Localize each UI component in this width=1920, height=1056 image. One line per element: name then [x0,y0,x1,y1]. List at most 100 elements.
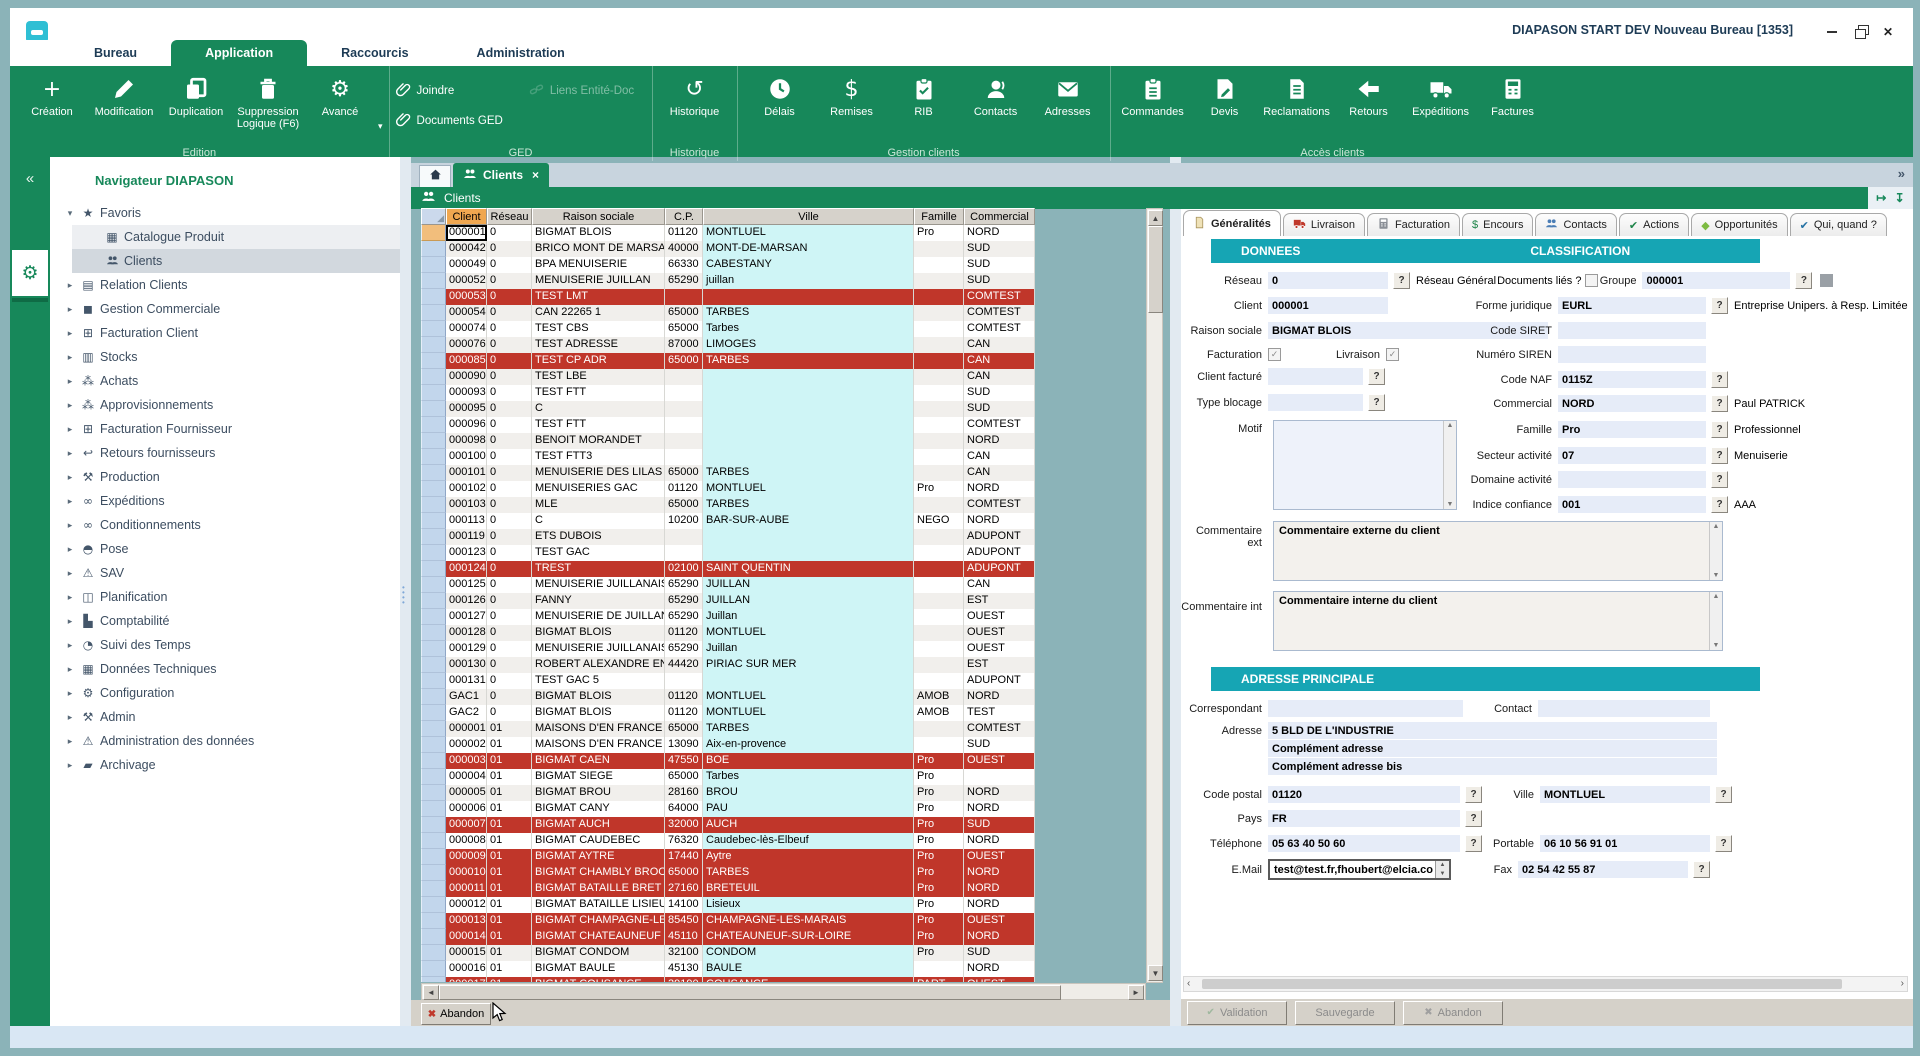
cell-raison-sociale[interactable]: BRICO MONT DE MARSA [532,241,665,257]
help-forme-button[interactable]: ? [1711,297,1728,314]
cell-c-p-[interactable]: 14100 [665,897,703,913]
grid-row[interactable]: 0001290MENUISERIE JUILLANAIS65290Juillan… [421,641,1035,657]
restore-button[interactable] [1851,25,1869,39]
cell-c-p-[interactable]: 65290 [665,609,703,625]
row-header-cell[interactable] [421,801,446,817]
cell-commercial[interactable]: OUEST [964,609,1035,625]
cell-ville[interactable]: Aix-en-provence [703,737,914,753]
cell-famille[interactable] [914,497,964,513]
cell-r-seau[interactable]: 0 [487,593,532,609]
cell-raison-sociale[interactable]: ROBERT ALEXANDRE EN [532,657,665,673]
cell-ville[interactable]: MONTLUEL [703,689,914,705]
cell-c-p-[interactable]: 65290 [665,577,703,593]
cell-ville[interactable]: Tarbes [703,769,914,785]
correspondant-input[interactable] [1268,700,1463,717]
cell-famille[interactable] [914,353,964,369]
ribbon-button-factures[interactable]: Factures [1477,70,1549,118]
sidebar-item-approvisionnements[interactable]: ▸⁂Approvisionnements [50,393,400,417]
help-commercial-button[interactable]: ? [1711,395,1728,412]
cell-c-p-[interactable]: 65000 [665,721,703,737]
grid-horizontal-scrollbar[interactable]: ◄ ► [421,983,1146,1000]
sidebar-item-retours-fournisseurs[interactable]: ▸↩Retours fournisseurs [50,441,400,465]
row-header-cell[interactable] [421,353,446,369]
cell-famille[interactable]: Pro [914,833,964,849]
row-header-cell[interactable] [421,817,446,833]
cell-ville[interactable]: BOE [703,753,914,769]
grid-row[interactable]: 00000901BIGMAT AYTRE17440AytreProOUEST [421,849,1035,865]
grid-row[interactable]: 0000490BPA MENUISERIE66330CABESTANYSUD [421,257,1035,273]
cell-famille[interactable]: Pro [914,481,964,497]
cell-raison-sociale[interactable]: BIGMAT COUSANCE [532,977,665,982]
cell-famille[interactable]: Pro [914,817,964,833]
cell-commercial[interactable]: NORD [964,897,1035,913]
detail-tab-contacts[interactable]: Contacts [1535,213,1616,236]
cell-raison-sociale[interactable]: MAISONS D'EN FRANCE [532,721,665,737]
grid-row[interactable]: 0001280BIGMAT BLOIS01120MONTLUELOUEST [421,625,1035,641]
email-input[interactable]: test@test.fr,fhoubert@elcia.co ▲▼ [1268,859,1451,880]
chevron-right-icon[interactable]: ▸ [64,304,76,315]
documents-lies-checkbox[interactable] [1585,274,1598,287]
cell-r-seau[interactable]: 01 [487,913,532,929]
cell-r-seau[interactable]: 0 [487,497,532,513]
cell-commercial[interactable]: CAN [964,353,1035,369]
grid-header-commercial[interactable]: Commercial [964,208,1035,225]
cell-commercial[interactable]: SUD [964,257,1035,273]
cell-c-p-[interactable]: 27160 [665,881,703,897]
cell-famille[interactable]: Pro [914,865,964,881]
cell-commercial[interactable]: OUEST [964,641,1035,657]
commercial-input[interactable]: NORD [1558,395,1706,412]
adresse-ligne1-input[interactable]: 5 BLD DE L'INDUSTRIE [1268,722,1717,739]
grid-row[interactable]: 00001501BIGMAT CONDOM32100CONDOMProSUD [421,945,1035,961]
grid-row[interactable]: 0000420BRICO MONT DE MARSA40000MONT-DE-M… [421,241,1035,257]
footer-button-abandon[interactable]: ✖Abandon [1403,1001,1503,1025]
cell-commercial[interactable]: COMTEST [964,417,1035,433]
grid-row[interactable]: 0001310TEST GAC 5ADUPONT [421,673,1035,689]
cell-famille[interactable] [914,737,964,753]
cell-commercial[interactable]: CAN [964,465,1035,481]
row-header-cell[interactable] [421,609,446,625]
dock-right-icon[interactable]: ↦ [1876,191,1886,205]
cell-r-seau[interactable]: 01 [487,753,532,769]
cell-raison-sociale[interactable]: BIGMAT CHAMBLY BROC [532,865,665,881]
row-header-cell[interactable] [421,273,446,289]
cell-famille[interactable]: Pro [914,225,964,241]
cell-commercial[interactable]: CAN [964,369,1035,385]
row-header-cell[interactable] [421,833,446,849]
sidebar-item-achats[interactable]: ▸⁂Achats [50,369,400,393]
cell-c-p-[interactable]: 32100 [665,945,703,961]
cell-commercial[interactable]: ADUPONT [964,529,1035,545]
cell-client[interactable]: 000003 [446,753,487,769]
cell-client[interactable]: 000006 [446,801,487,817]
cell-raison-sociale[interactable]: BIGMAT CANY [532,801,665,817]
row-header-cell[interactable] [421,593,446,609]
cell-raison-sociale[interactable]: C [532,401,665,417]
siret-input[interactable] [1558,322,1706,339]
row-header-cell[interactable] [421,417,446,433]
row-header-cell[interactable] [421,305,446,321]
detail-tab-actions[interactable]: ✔Actions [1619,213,1689,236]
grid-row[interactable]: 0001190ETS DUBOISADUPONT [421,529,1035,545]
cell-commercial[interactable]: ADUPONT [964,673,1035,689]
grid-row[interactable]: 00001401BIGMAT CHATEAUNEUF45110CHATEAUNE… [421,929,1035,945]
cell-ville[interactable]: CONDOM [703,945,914,961]
grid-row[interactable]: 0001130C10200BAR-SUR-AUBENEGONORD [421,513,1035,529]
commentaire-ext-textarea[interactable]: Commentaire externe du client ▲▼ [1273,521,1723,581]
cell-r-seau[interactable]: 0 [487,337,532,353]
cell-c-p-[interactable]: 40000 [665,241,703,257]
ribbon-button-documents-ged[interactable]: Documents GED [396,112,503,130]
grid-row[interactable]: 0001030MLE65000TARBESCOMTEST [421,497,1035,513]
grid-row[interactable]: 00000601BIGMAT CANY64000PAUProNORD [421,801,1035,817]
cell-client[interactable]: 000085 [446,353,487,369]
sidebar-item-donn-es-techniques[interactable]: ▸▦Données Techniques [50,657,400,681]
grid-header-c-p-[interactable]: C.P. [665,208,703,225]
cell-raison-sociale[interactable]: BPA MENUISERIE [532,257,665,273]
cell-famille[interactable] [914,401,964,417]
cell-c-p-[interactable]: 65000 [665,321,703,337]
cell-commercial[interactable]: ADUPONT [964,561,1035,577]
sidebar-item-gestion-commerciale[interactable]: ▸◼Gestion Commerciale [50,297,400,321]
type-blocage-input[interactable] [1268,394,1363,411]
menu-tab-bureau[interactable]: Bureau [60,40,171,66]
cell-r-seau[interactable]: 0 [487,433,532,449]
cell-raison-sociale[interactable]: CAN 22265 1 [532,305,665,321]
cell-commercial[interactable]: NORD [964,961,1035,977]
